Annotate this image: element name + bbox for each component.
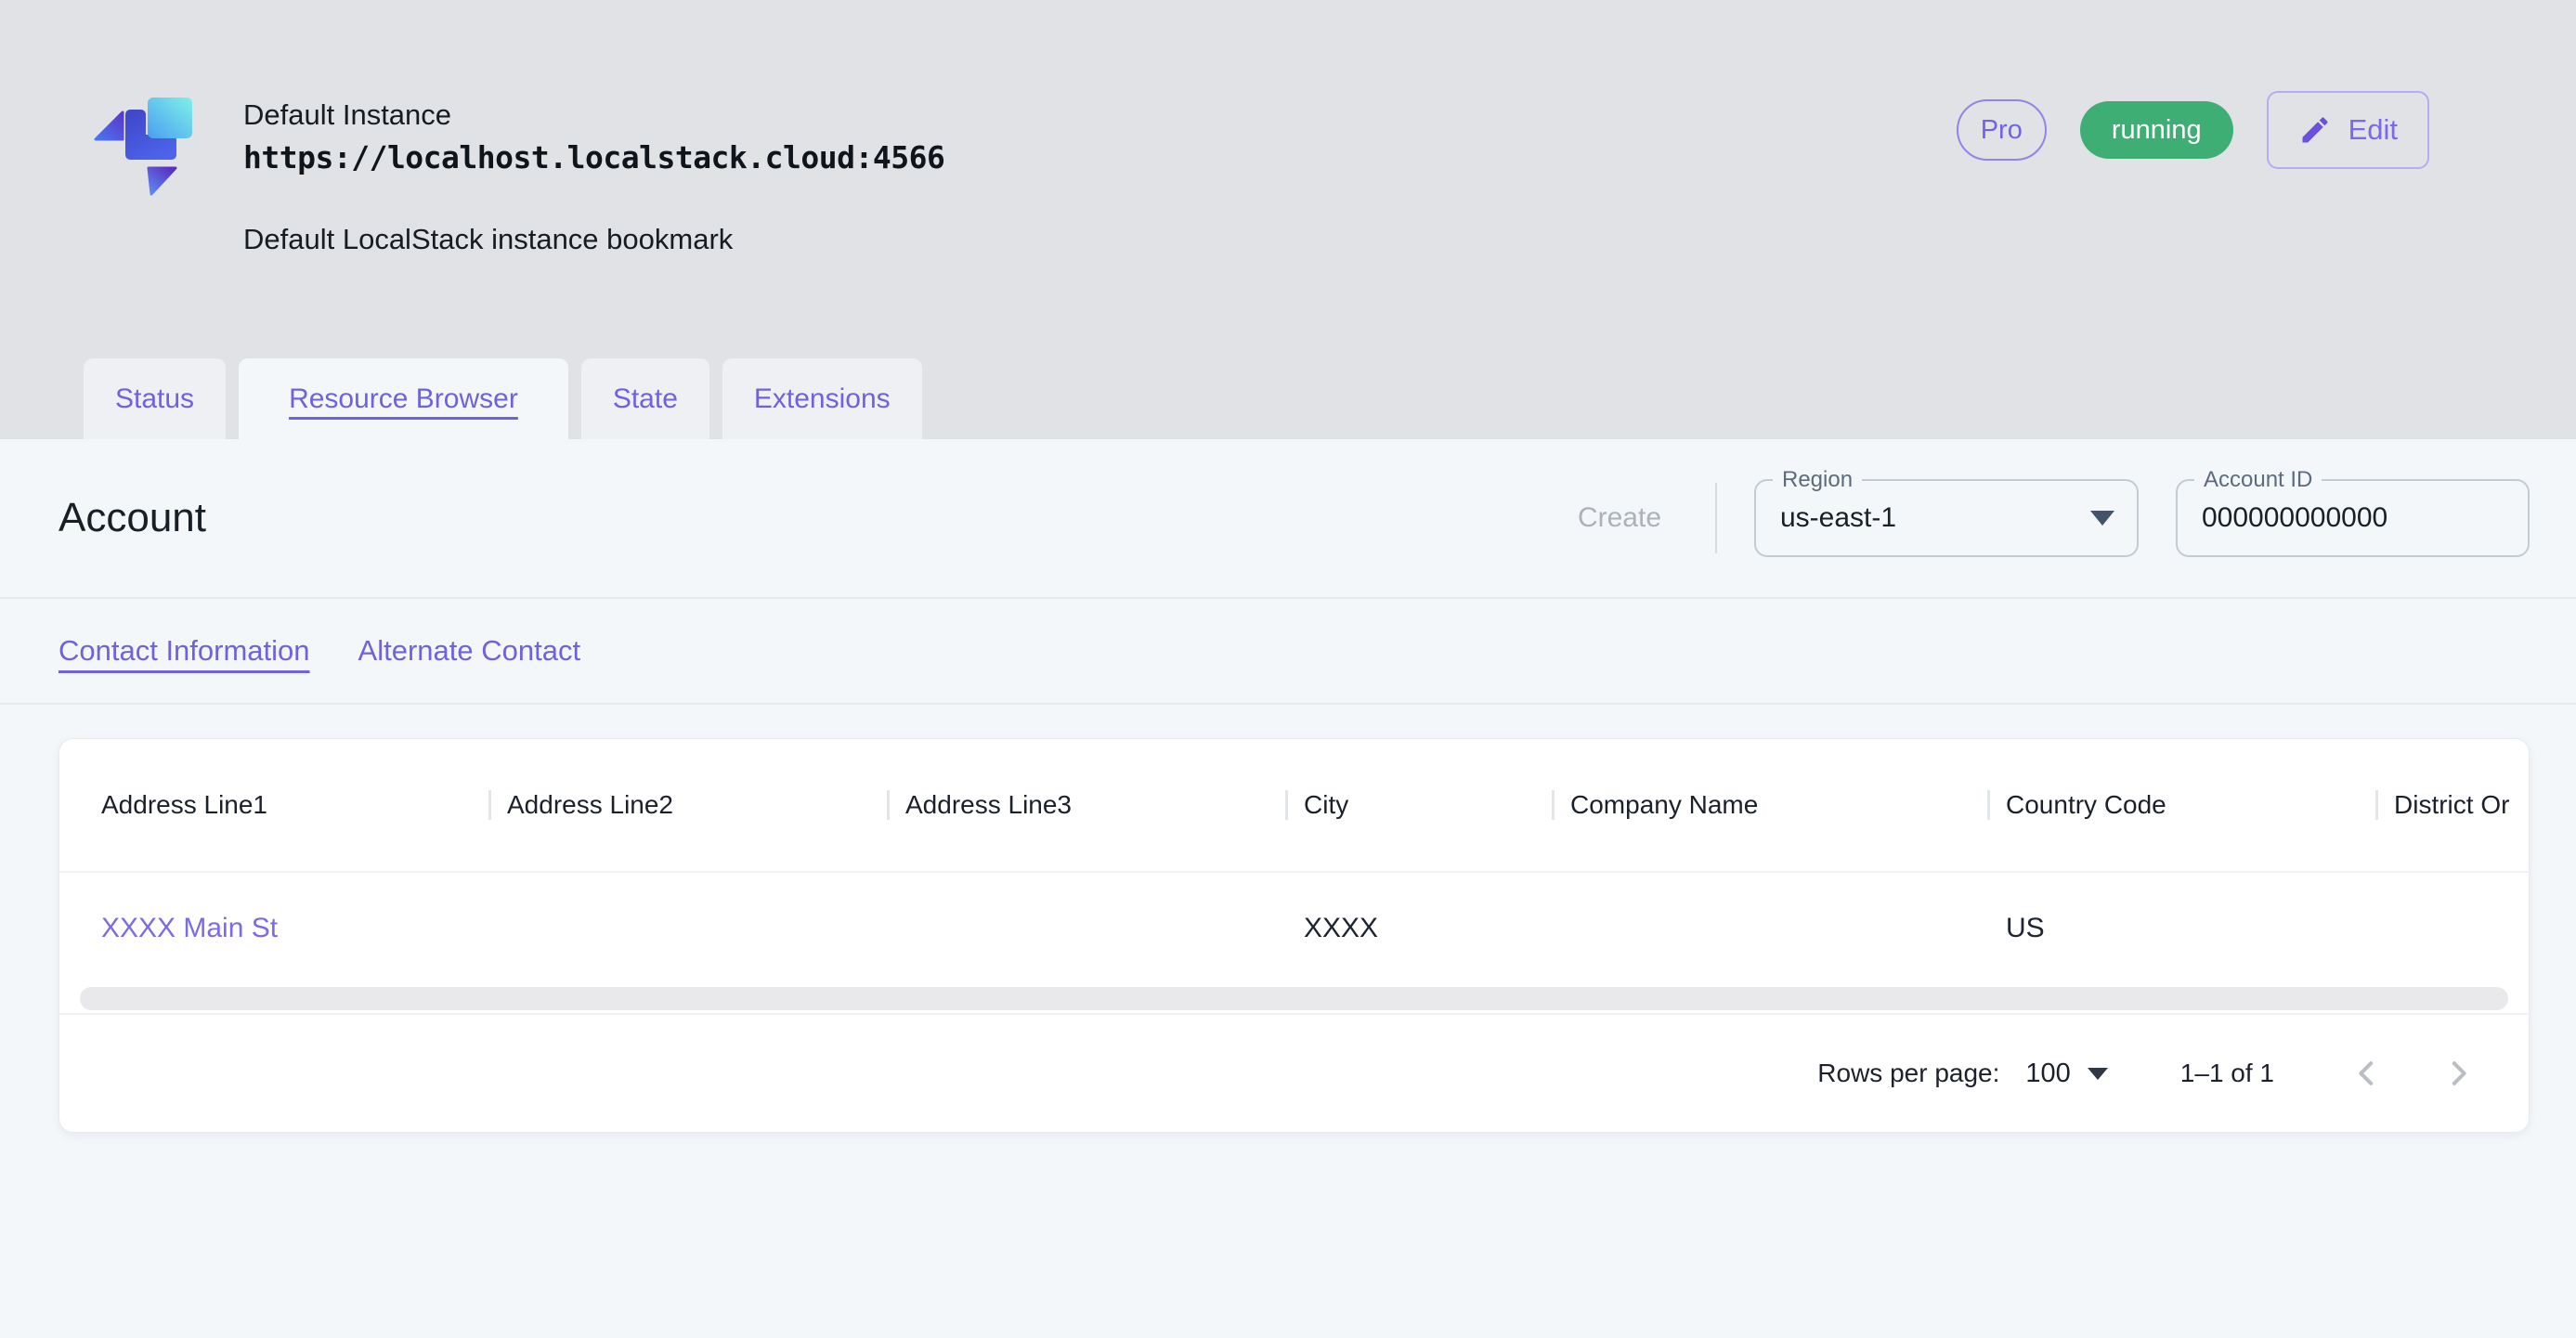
- column-header-address-line3[interactable]: Address Line3: [887, 790, 1285, 820]
- chevron-down-icon: [2090, 511, 2114, 526]
- account-id-input[interactable]: [2202, 502, 2504, 534]
- tab-resource-browser[interactable]: Resource Browser: [239, 358, 568, 439]
- column-header-district-or[interactable]: District Or: [2375, 790, 2530, 820]
- resource-toolbar: Account Create Region us-east-1 Account …: [0, 439, 2576, 599]
- pagination-bar: Rows per page: 100 1–1 of 1: [59, 1013, 2529, 1132]
- edit-pencil-icon: [2298, 113, 2332, 147]
- edit-button[interactable]: Edit: [2267, 91, 2429, 169]
- chevron-left-icon: [2348, 1055, 2386, 1092]
- localstack-logo-icon: [90, 85, 215, 211]
- instance-text: Default Instance https://localhost.local…: [243, 85, 944, 256]
- rows-per-page-select[interactable]: 100: [2025, 1059, 2107, 1089]
- pro-badge: Pro: [1957, 99, 2047, 161]
- edit-button-label: Edit: [2348, 113, 2398, 147]
- column-header-address-line2[interactable]: Address Line2: [488, 790, 887, 820]
- tab-status[interactable]: Status: [84, 358, 226, 439]
- previous-page-button[interactable]: [2341, 1047, 2393, 1099]
- row-cell-country-code: US: [1987, 913, 2375, 944]
- table-header-row: Address Line1 Address Line2 Address Line…: [59, 739, 2529, 873]
- subtab-alternate-contact[interactable]: Alternate Contact: [358, 634, 581, 668]
- status-badge: running: [2080, 101, 2233, 159]
- row-link-address-line1[interactable]: XXXX Main St: [59, 913, 488, 944]
- account-subtabs: Contact Information Alternate Contact: [0, 599, 2576, 705]
- instance-info: Default Instance https://localhost.local…: [90, 85, 944, 256]
- column-header-address-line1[interactable]: Address Line1: [59, 790, 488, 820]
- region-label: Region: [1773, 467, 1862, 493]
- instance-url: https://localhost.localstack.cloud:4566: [243, 139, 944, 176]
- scrollbar-track: [59, 983, 2529, 1013]
- toolbar-controls: Create Region us-east-1 Account ID: [1572, 479, 2530, 557]
- table-row: XXXX Main St XXXX US: [59, 873, 2529, 983]
- instance-badges: Pro running Edit: [1957, 91, 2429, 169]
- rows-per-page-value: 100: [2025, 1059, 2070, 1089]
- next-page-button[interactable]: [2432, 1047, 2484, 1099]
- pagination-range-label: 1–1 of 1: [2180, 1059, 2274, 1088]
- tab-extensions[interactable]: Extensions: [722, 358, 922, 439]
- instance-header: Default Instance https://localhost.local…: [0, 0, 2576, 439]
- chevron-down-icon: [2088, 1068, 2108, 1080]
- localstack-app: Default Instance https://localhost.local…: [0, 0, 2576, 1133]
- column-header-company-name[interactable]: Company Name: [1552, 790, 1987, 820]
- region-select[interactable]: Region us-east-1: [1754, 479, 2139, 557]
- resource-table-card: Address Line1 Address Line2 Address Line…: [59, 738, 2530, 1133]
- instance-name: Default Instance: [243, 98, 944, 132]
- chevron-right-icon: [2439, 1055, 2477, 1092]
- row-cell-city: XXXX: [1285, 913, 1552, 944]
- page-title: Account: [59, 495, 206, 541]
- toolbar-divider: [1715, 483, 1717, 553]
- instance-tabs: Status Resource Browser State Extensions: [84, 358, 922, 439]
- tab-state[interactable]: State: [581, 358, 709, 439]
- resource-browser-panel: Account Create Region us-east-1 Account …: [0, 439, 2576, 1133]
- region-value: us-east-1: [1780, 502, 1896, 534]
- column-header-city[interactable]: City: [1285, 790, 1552, 820]
- account-id-field: Account ID: [2176, 479, 2530, 557]
- rows-per-page-label: Rows per page:: [1817, 1059, 1999, 1088]
- subtab-contact-information[interactable]: Contact Information: [59, 634, 310, 668]
- create-button[interactable]: Create: [1572, 501, 1667, 535]
- instance-description: Default LocalStack instance bookmark: [243, 223, 944, 256]
- column-header-country-code[interactable]: Country Code: [1987, 790, 2375, 820]
- account-id-label: Account ID: [2194, 467, 2322, 493]
- horizontal-scrollbar[interactable]: [80, 987, 2508, 1010]
